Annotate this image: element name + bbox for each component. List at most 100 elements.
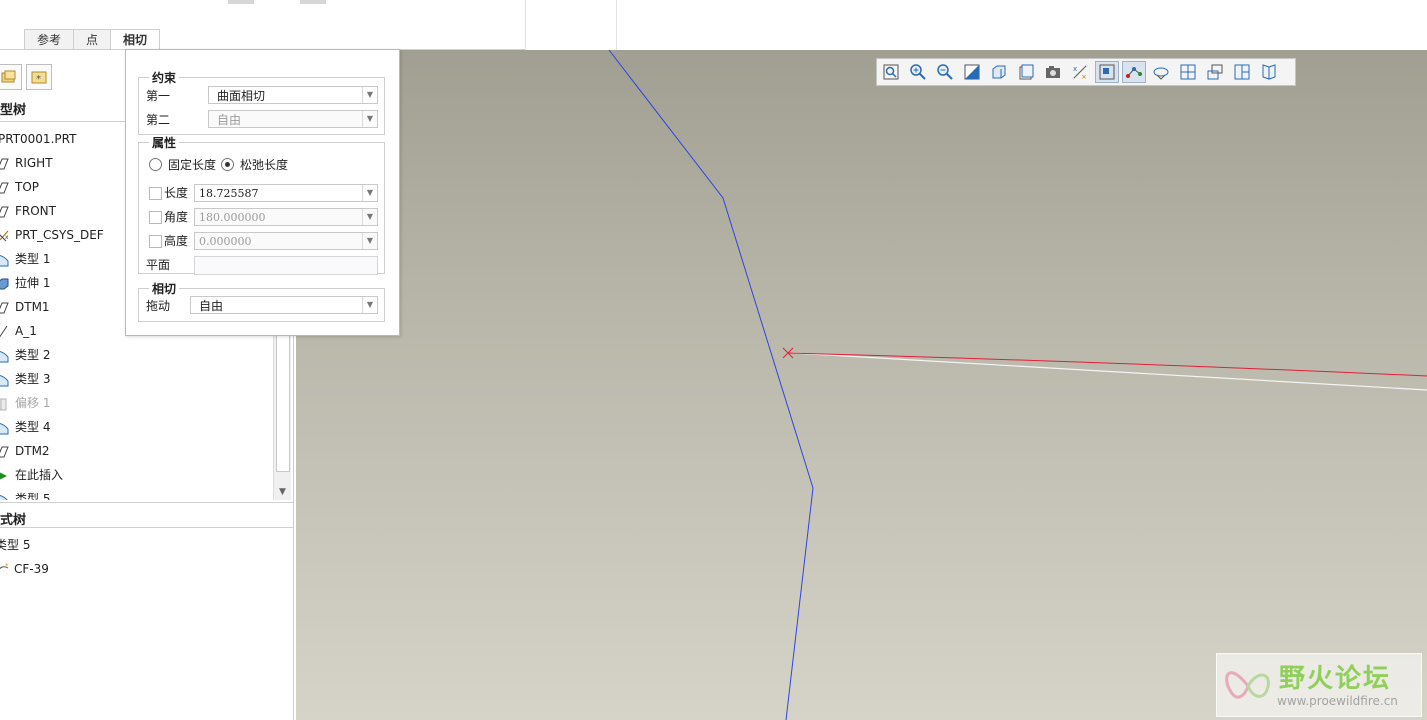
tree-item[interactable]: 在此插入 [0,464,273,486]
tree-item-label: 偏移 1 [15,396,51,410]
style-feature-icon [0,372,10,387]
tab-tangent[interactable]: 相切 [110,29,161,51]
tab-point[interactable]: 点 [73,29,112,50]
style-feature-icon [0,492,10,500]
blue-curve[interactable] [608,50,814,720]
grid-icon [1180,64,1196,80]
active-plane-button[interactable] [1203,61,1227,83]
first-constraint-select[interactable]: 曲面相切 ▼ [208,86,378,104]
property-group: 属性 [138,134,385,274]
tree-item[interactable]: 类型 2 [0,344,273,366]
tree-item-label: FRONT [15,204,56,218]
repaint-button[interactable] [960,61,984,83]
angle-label: 角度 [164,210,189,224]
style-tree-title: 式树 [0,513,27,528]
datum-axis-icon [0,324,10,338]
tree-item[interactable]: 类型 3 [0,368,273,390]
refit-icon [883,64,899,80]
length-label: 长度 [164,186,189,200]
refit-button[interactable] [879,61,903,83]
view-layout-button[interactable] [1230,61,1254,83]
tangent-group-title: 相切 [152,282,177,296]
tree-item-label: DTM1 [15,300,50,314]
graphics-viewport[interactable]: x × 野火论坛 www.proewildfire.cn [296,50,1427,720]
saved-orientations-button[interactable] [1014,61,1038,83]
divider [0,527,293,528]
folder-star-icon: * [31,71,47,85]
spin-center-button[interactable] [1149,61,1173,83]
style-tree-item[interactable]: * CF-39 [0,558,273,580]
second-constraint-select[interactable]: 自由 ▼ [208,110,378,128]
constraint-group-title: 约束 [152,71,177,85]
display-style-button[interactable] [987,61,1011,83]
show-tree-button[interactable] [0,64,22,90]
zoom-out-button[interactable] [933,61,957,83]
svg-text:x: x [5,234,9,241]
length-field[interactable]: 18.725587 ▼ [194,184,378,202]
ribbon: 参考 点 相切 [0,0,1427,51]
view-manager-button[interactable] [1041,61,1065,83]
height-label: 高度 [164,234,189,248]
control-points-icon [1126,67,1142,78]
datum-plane-icon [0,444,10,458]
length-checkbox[interactable] [149,187,162,200]
tree-item-label: 拉伸 1 [15,276,51,290]
plane-label: 平面 [146,258,171,272]
plane-reference-field[interactable] [194,256,378,275]
tree-item[interactable]: 偏移 1 [0,392,273,414]
watermark-title: 野火论坛 [1279,664,1392,694]
favorites-button[interactable]: * [26,64,52,90]
tree-scrollbar[interactable]: ▼ [273,332,291,500]
dropdown-arrow-icon: ▼ [362,111,377,127]
folder-tree-icon [1,70,16,83]
angle-value: 180.000000 [199,211,266,224]
camera-icon [1046,66,1060,78]
repaint-icon [964,64,980,80]
spin-center-icon [1153,67,1169,80]
red-tangent-curve[interactable] [787,352,1427,377]
fixed-length-radio[interactable] [149,158,162,171]
active-plane-icon [1207,64,1223,80]
dropdown-arrow-icon: ▼ [362,209,377,225]
datum-plane-icon [0,204,10,218]
curvature-icon [1099,64,1115,80]
height-value: 0.000000 [199,235,252,248]
drag-select[interactable]: 自由 ▼ [190,296,378,314]
property-group-title: 属性 [152,136,177,150]
scroll-down-arrow-icon[interactable]: ▼ [274,484,291,500]
angle-checkbox[interactable] [149,211,162,224]
butterfly-logo-icon [1225,671,1270,699]
tree-item[interactable]: 类型 5 [0,488,273,500]
view-toolbar: x × [876,58,1296,86]
tab-references[interactable]: 参考 [24,29,75,50]
curvature-display-button[interactable] [1095,61,1119,83]
display-style-icon [992,65,1006,79]
tree-item-label: A_1 [15,324,37,338]
tree-item-label: RIGHT [15,156,53,170]
style-tree-item-label: 类型 5 [0,538,31,552]
height-checkbox[interactable] [149,235,162,248]
length-value: 18.725587 [199,187,259,200]
scrollbar-thumb[interactable] [276,332,290,472]
grid-button[interactable] [1176,61,1200,83]
datum-display-button[interactable]: x × [1068,61,1092,83]
height-field[interactable]: 0.000000 ▼ [194,232,378,250]
angle-field[interactable]: 180.000000 ▼ [194,208,378,226]
tree-item[interactable]: 类型 4 [0,416,273,438]
tree-item[interactable]: DTM2 [0,440,273,462]
forum-watermark: 野火论坛 www.proewildfire.cn [1216,653,1422,717]
tree-item-label: TOP [15,180,40,194]
open-book-button[interactable] [1257,61,1281,83]
svg-text:x: x [1073,65,1077,73]
zoom-in-button[interactable] [906,61,930,83]
second-constraint-value: 自由 [217,113,242,127]
show-points-button[interactable] [1122,61,1146,83]
dropdown-arrow-icon: ▼ [362,233,377,249]
relaxed-length-radio[interactable] [221,158,234,171]
tree-item-label: 类型 4 [15,420,51,434]
datum-plane-icon [0,180,10,194]
dropdown-arrow-icon: ▼ [362,297,377,313]
ribbon-separator [616,0,617,50]
curve-canvas [608,50,1427,720]
style-tree-item[interactable]: 类型 5 [0,534,273,556]
